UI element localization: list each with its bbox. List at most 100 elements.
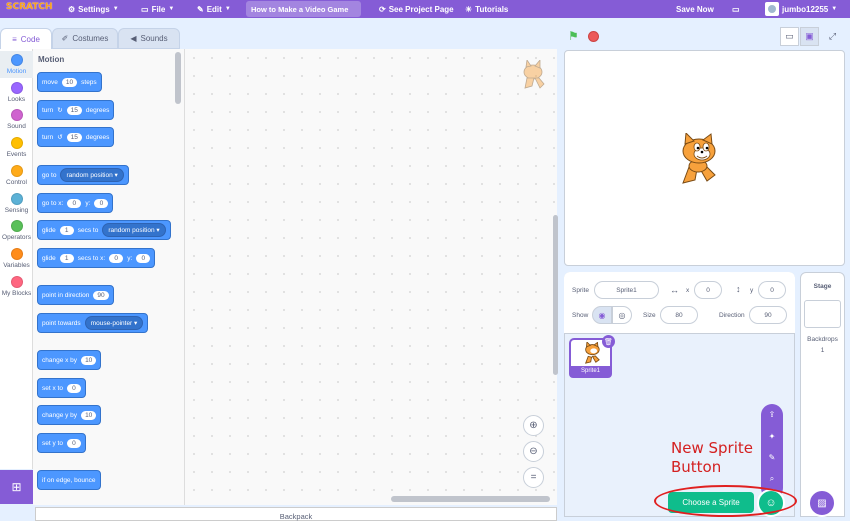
- zoom-out-button[interactable]: ⊖: [523, 441, 544, 462]
- block-input[interactable]: 10: [61, 77, 78, 87]
- sprite-label: Sprite: [572, 287, 589, 294]
- direction-label: Direction: [719, 312, 745, 319]
- block-set-y[interactable]: set y to 0: [37, 433, 86, 453]
- large-stage-icon: ▣: [805, 31, 814, 41]
- category-looks[interactable]: Looks: [0, 79, 33, 106]
- script-horizontal-scrollbar[interactable]: [391, 496, 550, 502]
- delete-sprite-button[interactable]: 🗑: [602, 335, 615, 348]
- block-input[interactable]: 1: [59, 253, 74, 263]
- upload-sprite-button[interactable]: ⇪: [761, 405, 783, 423]
- tab-code-label: Code: [20, 34, 40, 44]
- tab-sounds[interactable]: ◀ Sounds: [118, 28, 180, 49]
- block-if-on-edge-bounce[interactable]: if on edge, bounce: [37, 470, 101, 490]
- tab-costumes[interactable]: ✐ Costumes: [52, 28, 118, 49]
- script-area[interactable]: [185, 49, 557, 505]
- save-now-button[interactable]: Save Now: [676, 0, 714, 18]
- username: jumbo12255: [782, 4, 829, 14]
- show-sprite-button[interactable]: ◉: [592, 306, 612, 324]
- settings-menu[interactable]: ⚙ Settings ▼: [68, 0, 119, 18]
- block-go-to-xy[interactable]: go to x: 0 y: 0: [37, 193, 114, 213]
- stage-selector[interactable]: Stage Backdrops 1: [800, 272, 845, 517]
- fullscreen-button[interactable]: ⤢: [823, 27, 842, 46]
- block-change-x[interactable]: change x by 10: [37, 350, 102, 370]
- block-dropdown[interactable]: mouse-pointer ▾: [84, 316, 144, 330]
- block-dropdown[interactable]: random position ▾: [60, 168, 124, 182]
- block-input[interactable]: 0: [67, 198, 82, 208]
- see-project-page-button[interactable]: ⟳ See Project Page: [379, 0, 454, 18]
- caret-down-icon: ▼: [168, 6, 175, 12]
- x-position-input[interactable]: 0: [694, 281, 722, 299]
- palette-category-title: Motion: [38, 55, 65, 64]
- add-extension-button[interactable]: ⊞: [0, 470, 33, 504]
- block-input[interactable]: 0: [66, 438, 81, 448]
- block-text: y:: [85, 199, 91, 207]
- stage-canvas[interactable]: [564, 50, 845, 266]
- tab-code[interactable]: ≡ Code: [0, 28, 52, 49]
- block-input[interactable]: 0: [66, 383, 81, 393]
- backdrop-thumbnail[interactable]: [804, 300, 841, 328]
- paint-sprite-button[interactable]: ✎: [761, 448, 783, 466]
- size-input[interactable]: 80: [660, 306, 698, 324]
- sprite-name-input[interactable]: Sprite1: [594, 281, 659, 299]
- script-vertical-scrollbar[interactable]: [553, 215, 558, 375]
- edit-menu[interactable]: ✎ Edit ▼: [197, 0, 231, 18]
- block-input[interactable]: 0: [109, 253, 124, 263]
- hide-sprite-button[interactable]: ◎: [612, 306, 632, 324]
- my-stuff-icon[interactable]: ▭: [732, 0, 740, 18]
- block-input[interactable]: 90: [93, 290, 109, 300]
- block-point-in-direction[interactable]: point in direction 90: [37, 285, 114, 305]
- category-sensing[interactable]: Sensing: [0, 190, 33, 217]
- cat-sprite[interactable]: [673, 133, 723, 185]
- scratch-logo[interactable]: SCRATCH: [6, 2, 53, 12]
- category-events[interactable]: Events: [0, 134, 33, 161]
- zoom-in-button[interactable]: ⊕: [523, 415, 544, 436]
- category-variables[interactable]: Variables: [0, 245, 33, 272]
- block-input[interactable]: 1: [59, 225, 74, 235]
- category-color-dot: [10, 220, 23, 233]
- block-text: set y to: [42, 439, 63, 447]
- direction-input[interactable]: 90: [749, 306, 787, 324]
- block-glide-to[interactable]: glide 1 secs to random position ▾: [37, 220, 171, 240]
- category-control[interactable]: Control: [0, 162, 33, 189]
- category-label: Sensing: [4, 206, 29, 214]
- large-stage-button[interactable]: ▣: [800, 27, 819, 46]
- block-point-towards[interactable]: point towards mouse-pointer ▾: [37, 313, 149, 333]
- block-input[interactable]: 15: [66, 105, 82, 115]
- tutorials-button[interactable]: ☀ Tutorials: [465, 0, 508, 18]
- block-set-x[interactable]: set x to 0: [37, 378, 86, 398]
- block-glide-xy[interactable]: glide 1 secs to x: 0 y: 0: [37, 248, 156, 268]
- block-input[interactable]: 10: [81, 355, 97, 365]
- block-input[interactable]: 15: [66, 132, 82, 142]
- block-turn-left[interactable]: turn ↺ 15 degrees: [37, 127, 115, 147]
- size-label: Size: [643, 312, 656, 319]
- account-menu[interactable]: jumbo12255 ▼: [765, 0, 837, 18]
- block-input[interactable]: 0: [136, 253, 151, 263]
- block-move-steps[interactable]: move 10 steps: [37, 72, 102, 92]
- block-dropdown[interactable]: random position ▾: [102, 223, 166, 237]
- block-input[interactable]: 10: [81, 410, 97, 420]
- palette-scrollbar[interactable]: [175, 52, 181, 104]
- zoom-reset-button[interactable]: =: [523, 467, 544, 488]
- y-position-input[interactable]: 0: [758, 281, 786, 299]
- category-my-blocks[interactable]: My Blocks: [0, 273, 33, 300]
- category-sound[interactable]: Sound: [0, 106, 33, 133]
- file-menu[interactable]: ▭ File ▼: [141, 0, 174, 18]
- lightbulb-icon: ☀: [465, 4, 473, 14]
- block-turn-right[interactable]: turn ↻ 15 degrees: [37, 100, 115, 120]
- stop-button[interactable]: [588, 31, 599, 42]
- choose-backdrop-button[interactable]: ▨: [808, 489, 836, 517]
- block-change-y[interactable]: change y by 10: [37, 405, 102, 425]
- block-go-to[interactable]: go to random position ▾: [37, 165, 129, 185]
- green-flag-button[interactable]: ⚑: [568, 30, 580, 42]
- block-text: point towards: [42, 319, 81, 327]
- tutorials-label: Tutorials: [475, 4, 509, 14]
- search-sprite-button[interactable]: ⌕: [761, 470, 783, 488]
- surprise-sprite-button[interactable]: ✦: [761, 427, 783, 445]
- backpack-header[interactable]: Backpack: [35, 507, 557, 521]
- category-motion[interactable]: Motion: [0, 51, 33, 78]
- block-input[interactable]: 0: [94, 198, 109, 208]
- project-title-input[interactable]: How to Make a Video Game: [246, 1, 361, 17]
- category-operators[interactable]: Operators: [0, 217, 33, 244]
- block-text: degrees: [85, 133, 110, 141]
- small-stage-button[interactable]: ▭: [780, 27, 799, 46]
